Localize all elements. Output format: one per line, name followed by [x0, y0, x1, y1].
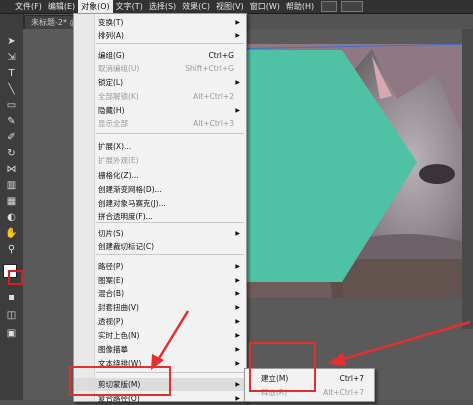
annotation-arrows — [151, 310, 471, 370]
arrow-to-make — [328, 320, 471, 366]
arrow-to-clipping-mask — [151, 310, 190, 370]
